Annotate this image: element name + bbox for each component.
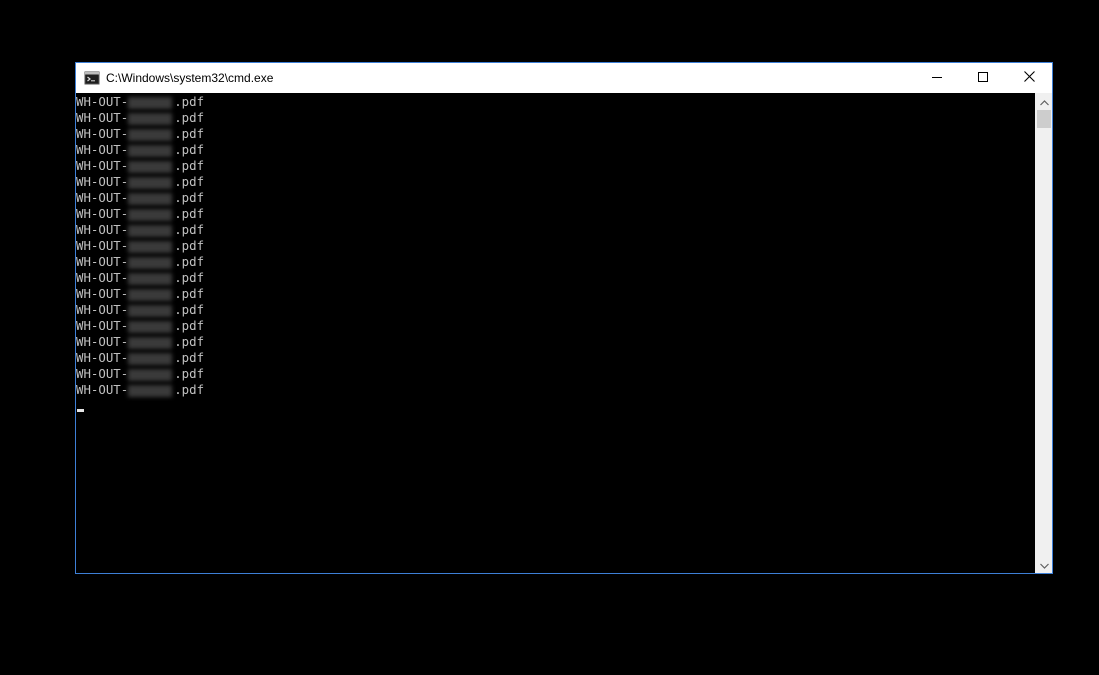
console-line: WH-OUT- .pdf [76,382,1035,398]
title-bar[interactable]: C:\Windows\system32\cmd.exe [76,63,1052,93]
redacted-number [128,240,173,253]
console-line: WH-OUT- .pdf [76,350,1035,366]
filename-suffix: .pdf [174,382,205,397]
filename-prefix: WH-OUT- [76,94,129,109]
redacted-number [128,176,173,189]
redacted-number [128,224,173,237]
filename-prefix: WH-OUT- [76,254,129,269]
filename-suffix: .pdf [174,190,205,205]
maximize-icon [978,69,988,87]
chevron-up-icon [1040,93,1049,111]
filename-suffix: .pdf [174,350,205,365]
filename-suffix: .pdf [174,302,205,317]
chevron-down-icon [1040,556,1049,574]
console-line: WH-OUT- .pdf [76,318,1035,334]
window-title: C:\Windows\system32\cmd.exe [106,71,274,85]
console-line: WH-OUT- .pdf [76,190,1035,206]
console-line: WH-OUT- .pdf [76,142,1035,158]
filename-suffix: .pdf [174,318,205,333]
filename-prefix: WH-OUT- [76,158,129,173]
redacted-number [128,272,173,285]
filename-suffix: .pdf [174,158,205,173]
filename-prefix: WH-OUT- [76,302,129,317]
filename-prefix: WH-OUT- [76,334,129,349]
close-icon [1023,69,1035,87]
console-line: WH-OUT- .pdf [76,254,1035,270]
filename-prefix: WH-OUT- [76,350,129,365]
redacted-number [128,208,173,221]
console-line: WH-OUT- .pdf [76,286,1035,302]
console-line: WH-OUT- .pdf [76,238,1035,254]
vertical-scrollbar[interactable] [1035,93,1052,573]
window-controls [914,63,1052,93]
redacted-number [128,96,173,109]
filename-suffix: .pdf [174,238,205,253]
filename-suffix: .pdf [174,366,205,381]
redacted-number [128,368,173,381]
filename-suffix: .pdf [174,254,205,269]
filename-suffix: .pdf [174,270,205,285]
console-lines: WH-OUT- .pdf WH-OUT- .pdf WH-OUT- .pdf WH-OUT-… [76,93,1035,398]
cmd-window: C:\Windows\system32\cmd.exe WH-OUT- .pdf W… [75,62,1053,574]
minimize-icon [932,69,942,87]
minimize-button[interactable] [914,63,960,93]
filename-prefix: WH-OUT- [76,382,129,397]
filename-suffix: .pdf [174,222,205,237]
redacted-number [128,112,173,125]
console-line: WH-OUT- .pdf [76,126,1035,142]
scroll-up-button[interactable] [1036,93,1053,110]
console-line: WH-OUT- .pdf [76,270,1035,286]
console-line: WH-OUT- .pdf [76,206,1035,222]
console-line: WH-OUT- .pdf [76,222,1035,238]
filename-prefix: WH-OUT- [76,126,129,141]
console-output[interactable]: WH-OUT- .pdf WH-OUT- .pdf WH-OUT- .pdf WH-OUT-… [76,93,1035,573]
redacted-number [128,160,173,173]
maximize-button[interactable] [960,63,1006,93]
filename-prefix: WH-OUT- [76,238,129,253]
filename-prefix: WH-OUT- [76,270,129,285]
filename-prefix: WH-OUT- [76,142,129,157]
console-line: WH-OUT- .pdf [76,302,1035,318]
redacted-number [128,288,173,301]
console-line: WH-OUT- .pdf [76,334,1035,350]
filename-suffix: .pdf [174,110,205,125]
redacted-number [128,304,173,317]
console-line: WH-OUT- .pdf [76,158,1035,174]
redacted-number [128,128,173,141]
scroll-thumb[interactable] [1037,110,1051,128]
filename-prefix: WH-OUT- [76,174,129,189]
redacted-number [128,336,173,349]
filename-prefix: WH-OUT- [76,190,129,205]
redacted-number [128,384,173,397]
redacted-number [128,352,173,365]
filename-suffix: .pdf [174,334,205,349]
close-button[interactable] [1006,63,1052,93]
filename-suffix: .pdf [174,206,205,221]
text-cursor [77,409,84,412]
redacted-number [128,320,173,333]
filename-prefix: WH-OUT- [76,206,129,221]
filename-prefix: WH-OUT- [76,222,129,237]
console-line: WH-OUT- .pdf [76,94,1035,110]
filename-suffix: .pdf [174,174,205,189]
filename-prefix: WH-OUT- [76,366,129,381]
filename-prefix: WH-OUT- [76,318,129,333]
console-line: WH-OUT- .pdf [76,366,1035,382]
redacted-number [128,256,173,269]
filename-suffix: .pdf [174,94,205,109]
redacted-number [128,192,173,205]
filename-suffix: .pdf [174,126,205,141]
redacted-number [128,144,173,157]
filename-suffix: .pdf [174,286,205,301]
cmd-icon [84,70,100,86]
filename-suffix: .pdf [174,142,205,157]
scroll-down-button[interactable] [1036,556,1053,573]
console-line: WH-OUT- .pdf [76,110,1035,126]
console-line: WH-OUT- .pdf [76,174,1035,190]
filename-prefix: WH-OUT- [76,286,129,301]
filename-prefix: WH-OUT- [76,110,129,125]
